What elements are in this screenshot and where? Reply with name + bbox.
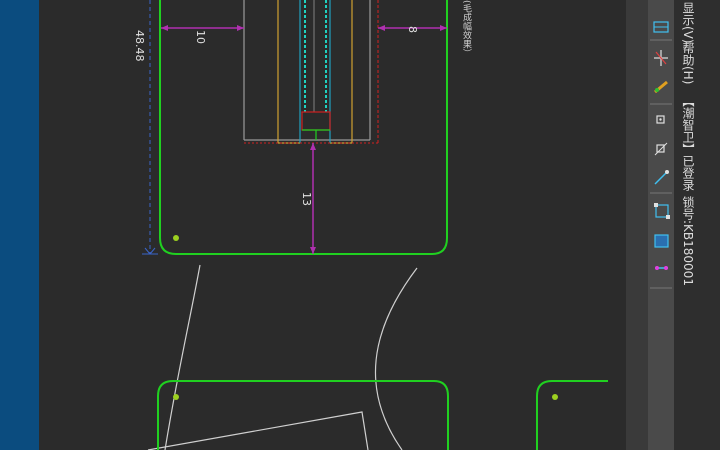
dimension-label-right: 8 — [406, 26, 419, 33]
toolbar — [648, 0, 674, 450]
piece-note: (毛成幅效果） — [461, 0, 471, 58]
vertical-scrollbar[interactable] — [626, 0, 648, 450]
ruler-label: 48.48 — [133, 30, 146, 62]
cad-window: 10 8 13 48.48 (毛成幅效果） 显示(V) 帮助(H) 【潮智卫】已… — [0, 0, 720, 450]
canvas-area[interactable] — [39, 0, 626, 450]
grain-point[interactable] — [552, 394, 558, 400]
drawing-canvas[interactable] — [0, 0, 720, 450]
menu-help[interactable]: 帮助(H) — [680, 42, 697, 84]
status-product: 【潮智卫】已登录 — [681, 95, 695, 191]
menu-display[interactable]: 显示(V) — [680, 2, 697, 44]
left-panel — [0, 0, 39, 450]
status-lock: 锁号:KB180001 — [681, 196, 695, 286]
grain-point[interactable] — [173, 235, 179, 241]
dimension-label-bottom: 13 — [300, 192, 313, 206]
dimension-label-left: 10 — [194, 30, 207, 44]
fill-rect-icon[interactable] — [654, 234, 669, 248]
grain-point[interactable] — [173, 394, 179, 400]
